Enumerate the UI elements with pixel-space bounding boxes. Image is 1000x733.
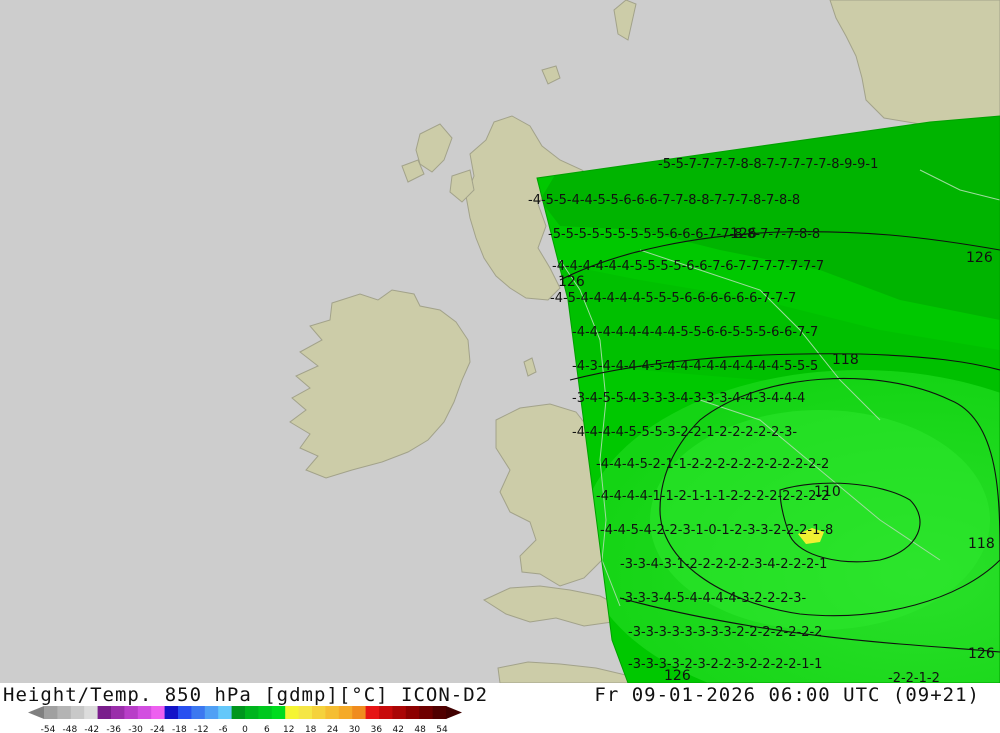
legend-swatch [231, 706, 246, 719]
legend-tick-label: -30 [128, 725, 143, 733]
legend-swatch [271, 706, 286, 719]
temp-row: -4-4-4-4-5-5-5-3-2-2-1-2-2-2-2-2-3- [572, 425, 797, 440]
temp-row: -4-5-4-4-4-4-4-5-5-5-6-6-6-6-6-6-7-7-7 [550, 291, 796, 306]
legend-swatch [164, 706, 179, 719]
legend-arrow-high [446, 706, 462, 719]
legend-tick-label: 30 [349, 725, 361, 733]
legend-tick-label: 6 [264, 725, 270, 733]
legend-swatch [405, 706, 420, 719]
contour-label: 126 [966, 250, 993, 266]
legend-swatch [44, 706, 58, 719]
legend-swatch [151, 706, 166, 719]
legend-swatch [204, 706, 219, 719]
legend-swatch [84, 706, 99, 719]
contour-label: 118 [968, 536, 995, 552]
temp-row: -3-3-3-3-3-3-3-3-2-2-2-2-2-2-2 [628, 625, 822, 640]
temp-row: -4-3-4-4-4-4-5-4-4-4-4-4-4-4-4-4-5-5-5 [572, 359, 818, 374]
legend-tick-label: -18 [172, 725, 187, 733]
temp-row: -5-5-7-7-7-7-8-8-7-7-7-7-7-8-9-9-1 [658, 157, 878, 172]
temp-row: -4-5-5-4-4-5-5-6-6-6-7-7-8-8-7-7-7-8-7-8… [528, 193, 800, 208]
legend-swatch [97, 706, 112, 719]
color-legend: -54 -48 -42 -36 -30 -24 -18 -12 -6 0 6 12 18 24 30 36 42… [28, 706, 462, 733]
temp-row: -3-3-3-3-2-3-2-2-3-2-2-2-2-1-1 [628, 657, 822, 672]
footer-bar: Height/Temp. 850 hPa [gdmp][°C] ICON-D2 … [0, 683, 1000, 733]
legend-swatch [218, 706, 233, 719]
legend-tick-label: 36 [371, 725, 383, 733]
legend-tick-label: -12 [194, 725, 209, 733]
contour-label: 126 [968, 646, 995, 662]
legend-swatch [137, 706, 152, 719]
legend-swatches [28, 706, 462, 719]
legend-tick-label: 54 [436, 725, 448, 733]
legend-swatch [419, 706, 434, 719]
legend-ticks: -54 -48 -42 -36 -30 -24 -18 -12 -6 0 6 12 18 24 30 36 42… [41, 725, 448, 733]
legend-swatch [124, 706, 139, 719]
legend-swatch [245, 706, 259, 719]
contour-label: 118 [832, 352, 859, 368]
temp-row: -4-4-4-4-1-1-2-1-1-1-2-2-2-2-2-2-2-2 [596, 489, 829, 504]
map-timestamp: Fr 09-01-2026 06:00 UTC (09+21) [594, 684, 980, 706]
legend-swatch [111, 706, 125, 719]
legend-tick-label: 0 [242, 725, 248, 733]
legend-swatch [57, 706, 72, 719]
legend-swatch [298, 706, 313, 719]
legend-swatch [365, 706, 380, 719]
legend-arrow-low [28, 706, 44, 719]
legend-swatch [392, 706, 407, 719]
legend-swatch [191, 706, 206, 719]
legend-swatch [325, 706, 340, 719]
legend-tick-label: -54 [41, 725, 56, 733]
legend-swatch [70, 706, 85, 719]
legend-swatch [379, 706, 393, 719]
temp-row: -4-4-4-4-4-4-5-5-5-5-6-6-7-6-7-7-7-7-7-7… [552, 259, 824, 274]
legend-tick-label: 24 [327, 725, 339, 733]
legend-swatch [285, 706, 300, 719]
legend-swatch [432, 706, 447, 719]
legend-tick-label: -6 [219, 725, 228, 733]
legend-swatch [338, 706, 353, 719]
legend-swatch [178, 706, 192, 719]
legend-swatch [312, 706, 326, 719]
legend-tick-label: 12 [283, 725, 294, 733]
legend-tick-label: -24 [150, 725, 165, 733]
contour-label: 126 [558, 274, 585, 290]
temp-row: -4-4-4-4-4-4-4-4-5-5-6-6-5-5-5-6-6-7-7 [572, 325, 818, 340]
legend-tick-label: 42 [392, 725, 403, 733]
temp-row: -5-5-5-5-5-5-5-5-5-6-6-6-7-7-8-8-7-7-7-8… [548, 227, 820, 242]
legend-swatch [352, 706, 367, 719]
weather-map: 126 126 126 118 110 118 126 126 -5-5-7-7… [0, 0, 1000, 683]
temp-row: -3-4-5-5-4-3-3-3-4-3-3-3-4-4-3-4-4-4 [572, 391, 805, 406]
legend-tick-label: -42 [84, 725, 99, 733]
temp-row: -4-4-5-4-2-2-3-1-0-1-2-3-3-2-2-2-1-8 [600, 523, 833, 538]
legend-tick-label: -36 [106, 725, 121, 733]
temp-row: -3-3-3-4-5-4-4-4-4-3-2-2-2-3- [620, 591, 806, 606]
temp-row: -2-2-1-2 [888, 671, 940, 683]
legend-tick-label: 48 [414, 725, 426, 733]
legend-tick-label: -48 [63, 725, 78, 733]
temp-row: -3-3-4-3-1-2-2-2-2-2-3-4-2-2-2-1 [620, 557, 827, 572]
legend-swatch [258, 706, 273, 719]
legend-tick-label: 18 [305, 725, 317, 733]
temp-row: -4-4-4-5-2-1-1-2-2-2-2-2-2-2-2-2-2-2 [596, 457, 829, 472]
